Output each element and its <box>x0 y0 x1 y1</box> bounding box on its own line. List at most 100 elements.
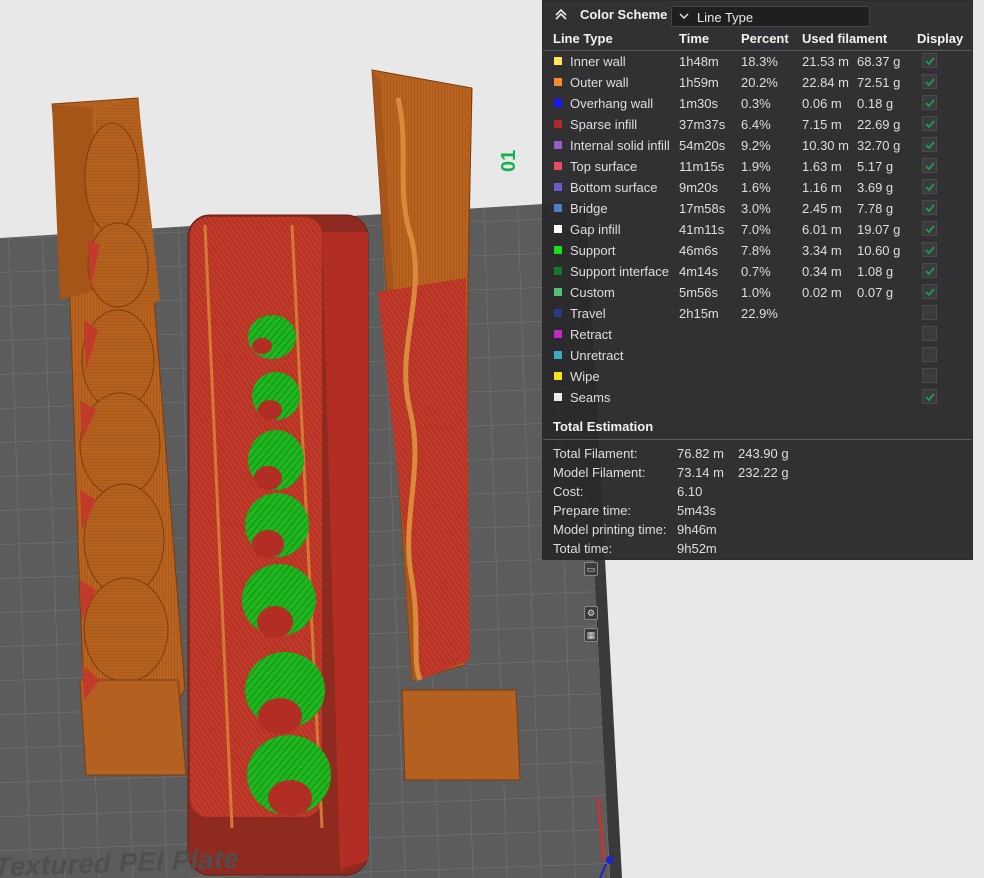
total-row: Total time: 9h52m <box>543 538 972 557</box>
header-time: Time <box>679 31 710 46</box>
color-swatch <box>554 330 562 338</box>
display-checkbox[interactable] <box>922 284 937 299</box>
display-checkbox[interactable] <box>922 137 937 152</box>
display-checkbox[interactable] <box>922 242 937 257</box>
line-type-name: Sparse infill <box>570 117 638 132</box>
plate-lock-icon[interactable]: ▭ <box>584 562 598 576</box>
display-checkbox[interactable] <box>922 368 937 383</box>
line-type-weight: 5.17 g <box>857 159 894 174</box>
line-type-name: Retract <box>570 327 612 342</box>
checkmark-icon <box>925 120 935 129</box>
display-checkbox[interactable] <box>922 53 937 68</box>
line-type-length: 3.34 m <box>802 243 842 258</box>
line-type-weight: 1.08 g <box>857 264 894 279</box>
line-type-name: Gap infill <box>570 222 621 237</box>
color-swatch <box>554 372 562 380</box>
color-swatch <box>554 309 562 317</box>
display-checkbox[interactable] <box>922 158 937 173</box>
line-type-length: 7.15 m <box>802 117 842 132</box>
total-value: 76.82 m <box>677 446 724 461</box>
line-type-length: 10.30 m <box>802 138 849 153</box>
line-type-percent: 7.8% <box>741 243 771 258</box>
line-type-row: Inner wall 1h48m 18.3% 21.53 m 68.37 g <box>543 51 972 72</box>
line-type-time: 9m20s <box>679 180 719 195</box>
plate-number[interactable]: 01 <box>498 150 521 172</box>
plate-arrange-icon[interactable]: ▦ <box>584 628 598 642</box>
line-type-name: Bridge <box>570 201 608 216</box>
line-type-length: 6.01 m <box>802 222 842 237</box>
collapse-icon[interactable] <box>553 7 569 23</box>
line-type-row: Top surface 11m15s 1.9% 1.63 m 5.17 g <box>543 156 972 177</box>
line-type-row: Sparse infill 37m37s 6.4% 7.15 m 22.69 g <box>543 114 972 135</box>
table-header: Line Type Time Percent Used filament Dis… <box>543 31 972 51</box>
display-checkbox[interactable] <box>922 389 937 404</box>
line-type-time: 2h15m <box>679 306 719 321</box>
display-checkbox[interactable] <box>922 74 937 89</box>
line-type-time: 11m15s <box>679 159 725 174</box>
line-type-length: 22.84 m <box>802 75 849 90</box>
line-type-length: 1.16 m <box>802 180 842 195</box>
total-row: Prepare time: 5m43s <box>543 500 972 519</box>
checkmark-icon <box>925 141 935 150</box>
total-value: 6.10 <box>677 484 703 499</box>
line-type-percent: 1.6% <box>741 180 771 195</box>
checkmark-icon <box>925 78 935 87</box>
display-checkbox[interactable] <box>922 221 937 236</box>
total-label: Total Filament: <box>553 446 638 461</box>
line-type-length: 21.53 m <box>802 54 849 69</box>
total-row: Cost: 6.10 <box>543 481 972 500</box>
line-type-percent: 0.7% <box>741 264 771 279</box>
plate-settings-icon[interactable]: ⚙ <box>584 606 598 620</box>
display-checkbox[interactable] <box>922 116 937 131</box>
line-type-name: Support <box>570 243 616 258</box>
checkmark-icon <box>925 204 935 213</box>
color-swatch <box>554 183 562 191</box>
divider <box>543 439 972 440</box>
total-label: Prepare time: <box>553 503 632 518</box>
checkmark-icon <box>925 162 935 171</box>
total-row: Model printing time: 9h46m <box>543 519 972 538</box>
line-type-row: Support interface 4m14s 0.7% 0.34 m 1.08 g <box>543 261 972 282</box>
line-type-time: 17m58s <box>679 201 726 216</box>
line-type-weight: 72.51 g <box>857 75 901 90</box>
total-label: Cost: <box>553 484 584 499</box>
line-type-row: Travel 2h15m 22.9% <box>543 303 972 324</box>
line-type-time: 46m6s <box>679 243 719 258</box>
line-type-time: 54m20s <box>679 138 726 153</box>
line-type-percent: 3.0% <box>741 201 771 216</box>
line-type-time: 41m11s <box>679 222 725 237</box>
checkmark-icon <box>925 288 935 297</box>
color-swatch <box>554 225 562 233</box>
line-type-row: Outer wall 1h59m 20.2% 22.84 m 72.51 g <box>543 72 972 93</box>
line-type-name: Wipe <box>570 369 600 384</box>
color-scheme-dropdown[interactable]: Line Type <box>671 6 870 27</box>
line-type-time: 1h48m <box>679 54 719 69</box>
line-type-time: 5m56s <box>679 285 719 300</box>
display-checkbox[interactable] <box>922 95 937 110</box>
color-scheme-value: Line Type <box>697 10 754 25</box>
line-type-weight: 19.07 g <box>857 222 901 237</box>
color-swatch <box>554 351 562 359</box>
display-checkbox[interactable] <box>922 179 937 194</box>
header-display: Display <box>917 31 964 46</box>
line-type-name: Outer wall <box>570 75 629 90</box>
line-type-weight: 68.37 g <box>857 54 901 69</box>
display-checkbox[interactable] <box>922 305 937 320</box>
line-type-weight: 7.78 g <box>857 201 894 216</box>
line-type-row: Bridge 17m58s 3.0% 2.45 m 7.78 g <box>543 198 972 219</box>
panel-title: Color Scheme <box>580 7 668 22</box>
display-checkbox[interactable] <box>922 263 937 278</box>
line-type-name: Unretract <box>570 348 624 363</box>
display-checkbox[interactable] <box>922 200 937 215</box>
display-checkbox[interactable] <box>922 326 937 341</box>
line-type-percent: 6.4% <box>741 117 771 132</box>
line-type-percent: 1.0% <box>741 285 771 300</box>
axis-origin <box>606 856 614 864</box>
checkmark-icon <box>925 246 935 255</box>
panel-header: Color Scheme Line Type <box>543 1 972 31</box>
color-swatch <box>554 267 562 275</box>
color-swatch <box>554 57 562 65</box>
color-scheme-panel: Color Scheme Line Type Line Type Time Pe… <box>542 0 973 560</box>
total-estimation-title: Total Estimation <box>553 419 654 434</box>
display-checkbox[interactable] <box>922 347 937 362</box>
